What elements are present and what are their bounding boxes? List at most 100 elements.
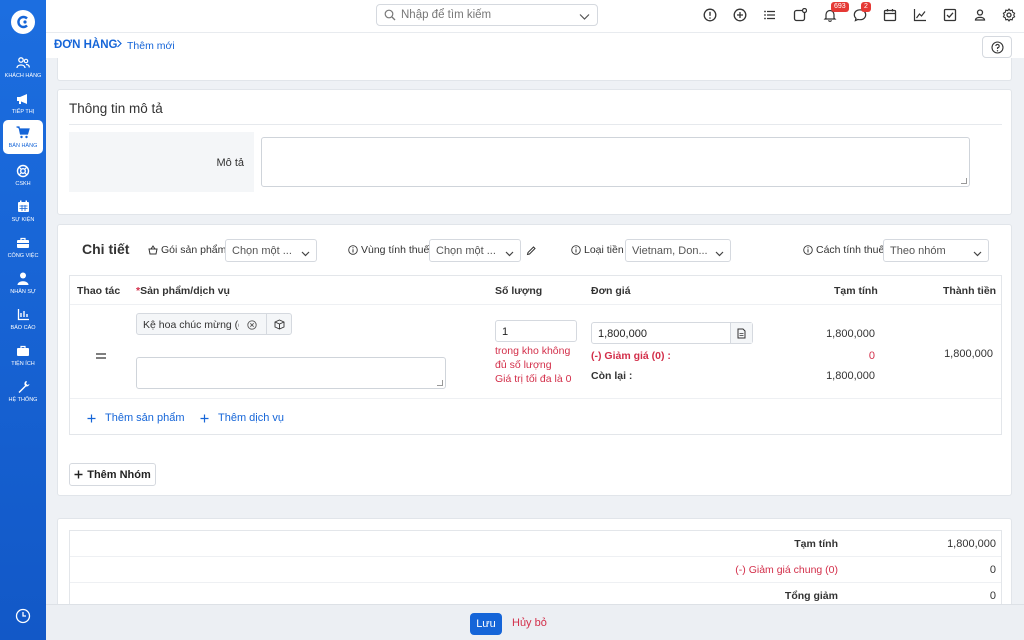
clear-icon[interactable] bbox=[247, 319, 257, 333]
column-header-subtotal: Tạm tính bbox=[834, 285, 878, 297]
breadcrumb-root[interactable]: ĐƠN HÀNG bbox=[54, 39, 117, 51]
sidebar-item-label: HỆ THỐNG bbox=[8, 396, 38, 403]
megaphone-icon bbox=[16, 92, 30, 106]
lifebuoy-icon bbox=[16, 164, 30, 178]
messages-badge: 2 bbox=[861, 2, 871, 12]
select-value: Vietnam, Don... bbox=[632, 245, 708, 257]
currency-label: Loại tiền bbox=[571, 244, 624, 256]
app-badge-icon[interactable] bbox=[793, 7, 809, 24]
bell-icon[interactable]: 693 bbox=[823, 2, 849, 24]
sidebar-item-events[interactable]: SỰ KIỆN bbox=[3, 194, 43, 228]
sidebar-item-label: TIẾP THỊ bbox=[11, 108, 35, 115]
toolbox-icon bbox=[16, 344, 30, 358]
plus-icon bbox=[74, 470, 83, 479]
summary-card: Tạm tính 1,800,000 (-) Giảm giá chung (0… bbox=[57, 518, 1012, 620]
wrench-icon bbox=[16, 380, 30, 394]
summary-discount-value: 0 bbox=[989, 564, 996, 576]
summary-discount-label[interactable]: (-) Giảm giá chung (0) bbox=[735, 564, 838, 576]
currency-select[interactable]: Vietnam, Don... bbox=[625, 239, 731, 262]
table-row: Kệ hoa chúc mừng (gỗ 1 trong kho không đ… bbox=[70, 304, 1001, 399]
summary-subtotal-value: 1,800,000 bbox=[947, 538, 996, 550]
select-value: Theo nhóm bbox=[890, 245, 946, 257]
settings-icon[interactable] bbox=[1002, 8, 1018, 24]
qty-input[interactable]: 1 bbox=[495, 320, 577, 342]
sidebar-item-hr[interactable]: NHÂN SỰ bbox=[3, 266, 43, 300]
discount-label[interactable]: (-) Giảm giá (0) : bbox=[591, 350, 671, 362]
sidebar-item-label: NHÂN SỰ bbox=[10, 288, 36, 295]
list-icon[interactable] bbox=[763, 8, 779, 24]
chart-line-icon[interactable] bbox=[913, 8, 929, 24]
add-product-button[interactable]: Thêm sản phẩm bbox=[87, 412, 184, 424]
search-placeholder: Nhập để tìm kiếm bbox=[401, 9, 492, 21]
column-header-product: *Sản phẩm/dịch vụ bbox=[136, 285, 230, 297]
filter-label: Vùng tính thuế bbox=[361, 244, 430, 256]
add-group-button[interactable]: Thêm Nhóm bbox=[69, 463, 156, 486]
help-icon bbox=[990, 40, 1004, 54]
app-logo[interactable] bbox=[11, 10, 35, 34]
checkbox-icon[interactable] bbox=[943, 8, 959, 24]
product-package-label: Gói sản phẩm bbox=[148, 244, 226, 256]
chevron-down-icon bbox=[505, 246, 514, 260]
user-icon[interactable] bbox=[973, 8, 989, 24]
resize-handle-icon[interactable] bbox=[437, 380, 443, 386]
chevron-down-icon bbox=[973, 246, 982, 260]
info-icon bbox=[348, 245, 358, 255]
add-service-button[interactable]: Thêm dịch vụ bbox=[200, 412, 284, 424]
column-header-action: Thao tác bbox=[77, 285, 121, 297]
product-select[interactable]: Kệ hoa chúc mừng (gỗ bbox=[136, 313, 292, 335]
plus-icon bbox=[87, 414, 96, 422]
cancel-button[interactable]: Hủy bỏ bbox=[512, 617, 547, 629]
sidebar-item-cskh[interactable]: CSKH bbox=[3, 158, 43, 192]
sidebar-item-label: TIỆN ÍCH bbox=[11, 360, 35, 367]
product-package-select[interactable]: Chọn một ... bbox=[225, 239, 317, 262]
sidebar-item-system[interactable]: HỆ THỐNG bbox=[3, 374, 43, 408]
summary-total-discount-label: Tổng giảm bbox=[784, 590, 838, 602]
notifications-badge: 693 bbox=[831, 2, 849, 12]
save-button[interactable]: Lưu bbox=[470, 613, 502, 635]
search-icon bbox=[384, 9, 396, 24]
summary-row: Tạm tính 1,800,000 bbox=[70, 531, 1001, 557]
select-value: Chọn một ... bbox=[232, 245, 292, 257]
pencil-icon[interactable] bbox=[526, 245, 537, 259]
chat-icon[interactable]: 2 bbox=[853, 2, 871, 24]
help-button[interactable] bbox=[982, 36, 1012, 58]
person-icon bbox=[16, 272, 30, 286]
column-header-product-label: Sản phẩm/dịch vụ bbox=[140, 285, 230, 297]
product-box-icon[interactable] bbox=[266, 314, 292, 334]
filter-label: Loại tiền bbox=[584, 244, 624, 256]
sidebar-item-utilities[interactable]: TIỆN ÍCH bbox=[3, 338, 43, 372]
sidebar-item-tasks[interactable]: CÔNG VIỆC bbox=[3, 230, 43, 264]
users-icon bbox=[16, 56, 30, 70]
sidebar: KHÁCH HÀNG TIẾP THỊ BÁN HÀNG CSKH SỰ KIỆ… bbox=[0, 0, 46, 640]
sidebar-item-marketing[interactable]: TIẾP THỊ bbox=[3, 86, 43, 120]
basket-icon bbox=[148, 245, 158, 255]
global-search[interactable]: Nhập để tìm kiếm bbox=[376, 4, 598, 26]
add-group-label: Thêm Nhóm bbox=[87, 468, 151, 481]
row-discount: 0 bbox=[868, 350, 875, 362]
add-product-label: Thêm sản phẩm bbox=[105, 412, 185, 424]
remaining-label: Còn lại : bbox=[591, 370, 633, 382]
resize-handle-icon[interactable] bbox=[961, 178, 967, 184]
tax-region-select[interactable]: Chọn một ... bbox=[429, 239, 521, 262]
sidebar-item-sales[interactable]: BÁN HÀNG bbox=[3, 120, 43, 154]
chevron-down-icon bbox=[715, 246, 724, 260]
description-textarea[interactable] bbox=[261, 137, 970, 187]
price-input[interactable]: 1,800,000 bbox=[591, 322, 753, 344]
detail-title: Chi tiết bbox=[82, 241, 130, 257]
calendar-icon[interactable] bbox=[883, 8, 899, 24]
drag-handle-icon[interactable] bbox=[96, 348, 106, 362]
sidebar-item-customers[interactable]: KHÁCH HÀNG bbox=[3, 50, 43, 84]
description-label: Mô tả bbox=[216, 157, 244, 169]
column-header-total: Thành tiền bbox=[943, 285, 997, 297]
product-note-textarea[interactable] bbox=[136, 357, 446, 389]
sidebar-item-reports[interactable]: BÁO CÁO bbox=[3, 302, 43, 336]
tax-method-select[interactable]: Theo nhóm bbox=[883, 239, 989, 262]
select-value: Chọn một ... bbox=[436, 245, 496, 257]
summary-total-discount-value: 0 bbox=[989, 590, 996, 602]
price-detail-icon[interactable] bbox=[730, 323, 752, 343]
clock-icon[interactable] bbox=[15, 608, 31, 624]
detail-card: Chi tiết Gói sản phẩm Chọn một ... Vùng … bbox=[57, 224, 1012, 496]
add-circle-icon[interactable] bbox=[733, 8, 749, 24]
alert-circle-icon[interactable] bbox=[703, 8, 719, 24]
filter-label: Cách tính thuế bbox=[816, 244, 885, 256]
